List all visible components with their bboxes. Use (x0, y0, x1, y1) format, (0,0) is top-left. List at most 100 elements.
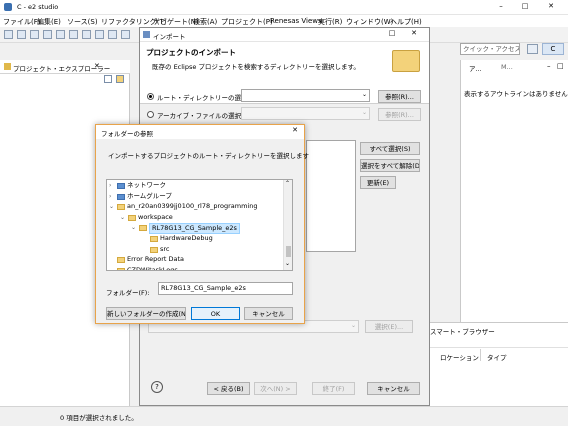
close-icon[interactable]: ✕ (94, 62, 100, 70)
menu-run[interactable]: 実行(R) (318, 17, 342, 27)
menu-renesas-views[interactable]: Renesas Views (270, 17, 322, 25)
new-folder-button[interactable]: 新しいフォルダーの作成(N) (106, 307, 186, 320)
finish-button[interactable]: 終了(F) (312, 382, 355, 395)
collapse-all-icon[interactable] (104, 75, 112, 83)
help-button[interactable]: ? (151, 381, 163, 393)
scroll-down-icon[interactable]: ⌄ (285, 260, 290, 267)
col-location[interactable]: ロケーション (440, 352, 479, 362)
scroll-thumb[interactable] (286, 246, 291, 257)
select-all-button[interactable]: すべて選択(S) (360, 142, 420, 155)
project-explorer-tab[interactable]: プロジェクト・エクスプローラー ✕ (0, 60, 130, 83)
select-working-set-button[interactable]: 選択(E)... (365, 320, 413, 333)
tool-icon[interactable] (95, 30, 104, 39)
folder-icon (117, 267, 125, 270)
smart-browser-tab[interactable]: スマート・ブラウザー (430, 326, 495, 336)
folder-input[interactable]: RL78G13_CG_Sample_e2s (158, 282, 293, 295)
open-perspective-icon[interactable] (527, 44, 538, 54)
search-icon[interactable] (69, 30, 78, 39)
tree-item[interactable]: › ホームグループ (107, 192, 282, 203)
import-close-button[interactable]: ✕ (408, 29, 420, 37)
tree-item[interactable]: CZDWitaskLogs (107, 265, 282, 271)
browse-archive-button[interactable]: 参照(R)... (378, 108, 421, 121)
folder-tree[interactable]: › ネットワーク › ホームグループ ⌄ an_r20an0399jj0100_rl78_… (106, 179, 293, 271)
menu-window[interactable]: ウィンドウ(W) (346, 17, 393, 27)
col-type[interactable]: タイプ (487, 352, 507, 362)
archive-file-combo[interactable]: ⌄ (241, 107, 370, 120)
debug-icon[interactable] (43, 30, 52, 39)
folder-icon (117, 204, 125, 211)
tree-item[interactable]: ⌄ an_r20an0399jj0100_rl78_programming (107, 202, 282, 213)
chevron-down-icon[interactable]: ⌄ (109, 202, 114, 213)
explorer-icon (4, 63, 11, 70)
tab-make[interactable]: M... (501, 63, 513, 71)
menu-edit[interactable]: 編集(E) (37, 17, 61, 27)
browse-root-button[interactable]: 参照(R)... (378, 90, 421, 103)
minimize-button[interactable]: – (492, 2, 510, 13)
run-icon[interactable] (56, 30, 65, 39)
tree-item[interactable]: HardwareDebug (107, 234, 282, 245)
tree-item[interactable]: src (107, 245, 282, 256)
save-icon[interactable] (17, 30, 26, 39)
root-directory-combo[interactable]: ⌄ (241, 89, 370, 102)
close-button[interactable]: ✕ (542, 2, 560, 13)
tree-item[interactable]: ⌄ workspace (107, 213, 282, 224)
link-editor-icon[interactable] (116, 75, 124, 83)
chevron-down-icon[interactable]: ⌄ (120, 213, 125, 224)
refresh-button[interactable]: 更新(E) (360, 176, 396, 189)
tree-item-label: an_r20an0399jj0100_rl78_programming (127, 202, 258, 211)
import-header-desc: 既存の Eclipse プロジェクトを検索するディレクトリーを選択します。 (152, 63, 360, 71)
maximize-view-icon[interactable]: □ (557, 62, 564, 70)
outline-message: 表示するアウトラインはありません。 (464, 90, 568, 98)
tree-item-label: CZDWitaskLogs (127, 265, 178, 271)
back-button[interactable]: < 戻る(B) (207, 382, 250, 395)
tree-item-label: src (160, 244, 170, 253)
tool-icon[interactable] (108, 30, 117, 39)
radio-root-directory[interactable] (147, 93, 154, 100)
tree-item-label: HardwareDebug (160, 234, 213, 242)
tool-icon[interactable] (82, 30, 91, 39)
folder-dialog-titlebar: フォルダーの参照 ✕ (96, 125, 304, 139)
menu-source[interactable]: ソース(S) (67, 17, 98, 27)
folder-browse-dialog: フォルダーの参照 ✕ インポートするプロジェクトのルート・ディレクトリーを選択し… (95, 124, 309, 324)
chevron-down-icon: ⌄ (361, 91, 367, 98)
menubar: ファイル(F) 編集(E) ソース(S) リファクタリング(T) ナビゲート(N… (0, 15, 568, 27)
chevron-right-icon[interactable]: › (109, 181, 111, 192)
maximize-button[interactable]: □ (516, 2, 534, 13)
perspective-c-button[interactable]: C (542, 43, 564, 55)
folder-close-button[interactable]: ✕ (289, 126, 301, 134)
tree-item[interactable]: › ネットワーク (107, 181, 282, 192)
build-icon[interactable] (30, 30, 39, 39)
menu-project[interactable]: プロジェクト(P) (221, 17, 273, 27)
tree-item-label: ネットワーク (127, 181, 166, 189)
menu-search[interactable]: 検索(A) (193, 17, 217, 27)
tool-icon[interactable] (121, 30, 130, 39)
folder-cancel-button[interactable]: キャンセル (244, 307, 293, 320)
menu-help[interactable]: ヘルプ(H) (390, 17, 422, 27)
scroll-up-icon[interactable]: ⌃ (285, 180, 290, 187)
tree-scrollbar[interactable]: ⌃ ⌄ (283, 180, 292, 270)
deselect-all-button[interactable]: 選択をすべて解除(D) (360, 159, 420, 172)
chevron-right-icon[interactable]: › (109, 192, 111, 203)
import-cancel-button[interactable]: キャンセル (367, 382, 420, 395)
ok-button[interactable]: OK (191, 307, 240, 320)
chevron-down-icon[interactable]: ⌄ (131, 223, 136, 234)
folder-label: フォルダー(F): (106, 289, 150, 297)
radio-archive-file[interactable] (147, 111, 154, 118)
import-maximize-button[interactable]: □ (386, 29, 398, 37)
menu-navigate[interactable]: ナビゲート(N) (153, 17, 199, 27)
radio-archive-label: アーカイブ・ファイルの選択(A): (157, 112, 253, 120)
tree-item[interactable]: Error Report Data (107, 255, 282, 266)
menu-file[interactable]: ファイル(F) (3, 17, 41, 27)
minimize-view-icon[interactable]: – (547, 62, 551, 70)
quick-access-input[interactable]: クイック・アクセス (460, 43, 520, 55)
network-icon (117, 183, 125, 189)
next-button[interactable]: 次へ(N) > (254, 382, 297, 395)
new-icon[interactable] (4, 30, 13, 39)
status-text: 0 項目が選択されました。 (60, 414, 138, 422)
tab-outline[interactable]: ア... (469, 63, 482, 73)
projects-list[interactable] (306, 140, 356, 252)
tree-item-label: Error Report Data (127, 255, 185, 264)
tree-item[interactable]: ⌄ RL78G13_CG_Sample_e2s (107, 223, 282, 235)
import-dialog-titlebar: インポート □ ✕ (140, 28, 429, 42)
tree-item-label: RL78G13_CG_Sample_e2s (149, 223, 240, 235)
